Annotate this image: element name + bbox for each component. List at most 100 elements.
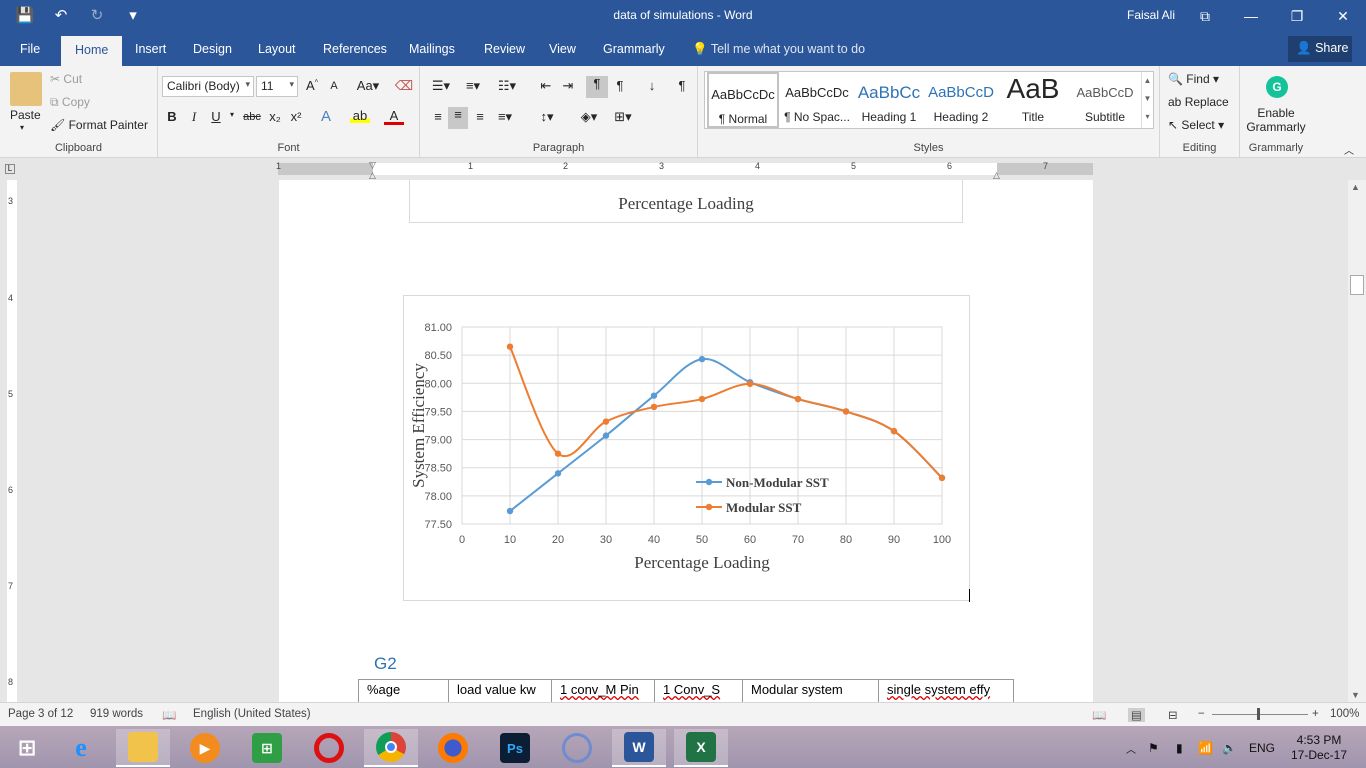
taskbar-firefox[interactable] <box>426 729 480 767</box>
taskbar-app[interactable] <box>550 729 604 767</box>
paste-button[interactable]: Paste <box>10 108 41 122</box>
collapse-ribbon-icon[interactable]: ︿ <box>1344 142 1354 157</box>
share-button[interactable]: 👤 Share <box>1288 36 1352 62</box>
shrink-font-icon[interactable]: A <box>324 80 344 92</box>
decrease-indent-icon[interactable]: ⇤ <box>536 78 556 94</box>
replace-button[interactable]: ab Replace <box>1168 95 1229 109</box>
zoom-out-icon[interactable]: − <box>1198 708 1205 720</box>
align-center-icon[interactable]: ≡ <box>448 107 468 129</box>
align-left-icon[interactable]: ≡ <box>428 109 448 124</box>
numbering-icon[interactable]: ≡▾ <box>460 78 486 94</box>
justify-icon[interactable]: ≡▾ <box>492 109 518 125</box>
taskbar-excel[interactable]: X <box>674 729 728 767</box>
taskbar-internet-explorer[interactable]: e <box>54 729 108 767</box>
tab-references[interactable]: References <box>323 42 387 56</box>
style-no-spacing[interactable]: AaBbCcDc ¶ No Spac... <box>781 72 853 128</box>
clear-formatting-icon[interactable]: ⌫ <box>394 78 414 94</box>
bullets-icon[interactable]: ☰▾ <box>428 78 454 94</box>
line-spacing-icon[interactable]: ↕▾ <box>534 109 560 125</box>
taskbar-opera[interactable] <box>302 729 356 767</box>
tab-selector-icon[interactable]: L <box>5 164 15 174</box>
close-button[interactable]: ✕ <box>1320 0 1366 32</box>
ribbon-display-options-button[interactable]: ⧉ <box>1182 0 1228 32</box>
restore-button[interactable]: ❐ <box>1274 0 1320 32</box>
start-button[interactable]: ⊞ <box>0 729 54 767</box>
volume-icon[interactable]: 🔈 <box>1222 741 1237 755</box>
input-language[interactable]: ENG <box>1249 741 1275 755</box>
battery-icon[interactable]: ▮ <box>1176 741 1183 755</box>
tab-mailings[interactable]: Mailings <box>409 42 455 56</box>
page-count[interactable]: Page 3 of 12 <box>8 708 73 720</box>
read-mode-icon[interactable]: 📖 <box>1092 708 1106 722</box>
network-icon[interactable]: 📶 <box>1198 741 1213 755</box>
web-layout-icon[interactable]: ⊟ <box>1168 708 1178 722</box>
table-header-cell[interactable]: 1 Conv_S <box>654 679 743 702</box>
grow-font-icon[interactable]: A^ <box>302 78 322 93</box>
strikethrough-button[interactable]: abc <box>240 111 264 123</box>
styles-scroll-icon[interactable]: ▲ ▼ ▾ <box>1141 72 1153 128</box>
table-header-cell[interactable]: load value kw <box>448 679 552 702</box>
zoom-slider[interactable] <box>1212 714 1308 715</box>
tab-file[interactable]: File <box>20 42 40 56</box>
underline-dropdown-icon[interactable]: ▾ <box>222 110 242 119</box>
minimize-button[interactable]: — <box>1228 0 1274 32</box>
shading-icon[interactable]: ◈▾ <box>576 109 602 125</box>
bold-button[interactable]: B <box>162 109 182 124</box>
highlight-icon[interactable]: ab <box>350 108 370 123</box>
word-count[interactable]: 919 words <box>90 708 143 720</box>
page[interactable]: 0102030405060708090100 Percentage Loadin… <box>279 180 1093 702</box>
cut-button[interactable]: ✂ Cut <box>50 72 82 86</box>
font-size-select[interactable]: 11 ▾ <box>256 76 298 97</box>
select-button[interactable]: ↖ Select ▾ <box>1168 118 1224 132</box>
zoom-level[interactable]: 100% <box>1330 708 1359 720</box>
style-heading-2[interactable]: AaBbCcD Heading 2 <box>925 72 997 128</box>
table-header-cell[interactable]: %age <box>358 679 449 702</box>
borders-icon[interactable]: ⊞▾ <box>610 109 636 125</box>
scroll-thumb[interactable] <box>1350 275 1364 295</box>
tab-view[interactable]: View <box>549 42 576 56</box>
style-heading-1[interactable]: AaBbCc Heading 1 <box>853 72 925 128</box>
taskbar-file-explorer[interactable] <box>116 729 170 767</box>
table-header-cell[interactable]: single system effy <box>878 679 1014 702</box>
font-family-select[interactable]: Calibri (Body) ▾ <box>162 76 254 97</box>
style-subtitle[interactable]: AaBbCcD Subtitle <box>1069 72 1141 128</box>
print-layout-icon[interactable]: ▤ <box>1128 708 1145 722</box>
grammarly-logo-icon[interactable]: G <box>1266 76 1288 98</box>
paste-dropdown-icon[interactable]: ▾ <box>20 123 24 132</box>
vertical-ruler[interactable]: 3 4 5 6 7 8 <box>0 180 22 702</box>
tab-home[interactable]: Home <box>61 36 123 66</box>
rtl-icon[interactable]: ¶ <box>610 78 630 93</box>
change-case-icon[interactable]: Aa▾ <box>354 78 382 94</box>
paste-icon[interactable] <box>10 72 42 106</box>
scroll-up-icon[interactable]: ▲ <box>1351 182 1360 192</box>
copy-button[interactable]: ⧉ Copy <box>50 95 90 110</box>
show-marks-icon[interactable]: ¶ <box>672 78 692 93</box>
user-name[interactable]: Faisal Ali <box>1127 8 1175 22</box>
show-hidden-icons[interactable]: ︿ <box>1126 741 1136 756</box>
language[interactable]: English (United States) <box>193 708 311 720</box>
horizontal-ruler[interactable]: L 1 1 2 3 4 5 6 7 ▽ △ △ <box>0 158 1366 180</box>
sort-icon[interactable]: ↓ <box>642 78 662 93</box>
tab-design[interactable]: Design <box>193 42 232 56</box>
tab-grammarly[interactable]: Grammarly <box>603 42 665 56</box>
taskbar-store[interactable]: ⊞ <box>240 729 294 767</box>
tab-review[interactable]: Review <box>484 42 525 56</box>
tell-me-search[interactable]: 💡 Tell me what you want to do <box>692 42 865 57</box>
format-painter-button[interactable]: 🖌 Format Painter <box>50 118 148 132</box>
efficiency-chart[interactable]: 77.50 78.00 78.50 79.00 79.50 80.00 80.50 81.00… <box>403 295 970 601</box>
action-flag-icon[interactable]: ⚑ <box>1148 741 1159 755</box>
zoom-in-icon[interactable]: + <box>1312 708 1319 720</box>
increase-indent-icon[interactable]: ⇥ <box>558 78 578 94</box>
taskbar-word[interactable]: W <box>612 729 666 767</box>
find-button[interactable]: 🔍 Find ▾ <box>1168 72 1219 86</box>
taskbar-media-player[interactable]: ▶ <box>178 729 232 767</box>
system-clock[interactable]: 4:53 PM 17-Dec-17 <box>1282 733 1356 763</box>
text-effects-icon[interactable]: A <box>316 108 336 125</box>
data-table[interactable]: %age load value kw 1 conv_M Pin 1 Conv_S… <box>358 679 1014 702</box>
subscript-button[interactable]: x₂ <box>265 109 285 124</box>
taskbar-photoshop[interactable]: Ps <box>488 729 542 767</box>
italic-button[interactable]: I <box>184 109 204 125</box>
multilevel-list-icon[interactable]: ☷▾ <box>494 78 520 94</box>
previous-chart[interactable]: 0 10 20 30 40 50 60 70 80 90 100 Percentage Loadin… <box>409 180 963 223</box>
superscript-button[interactable]: x² <box>286 109 306 124</box>
